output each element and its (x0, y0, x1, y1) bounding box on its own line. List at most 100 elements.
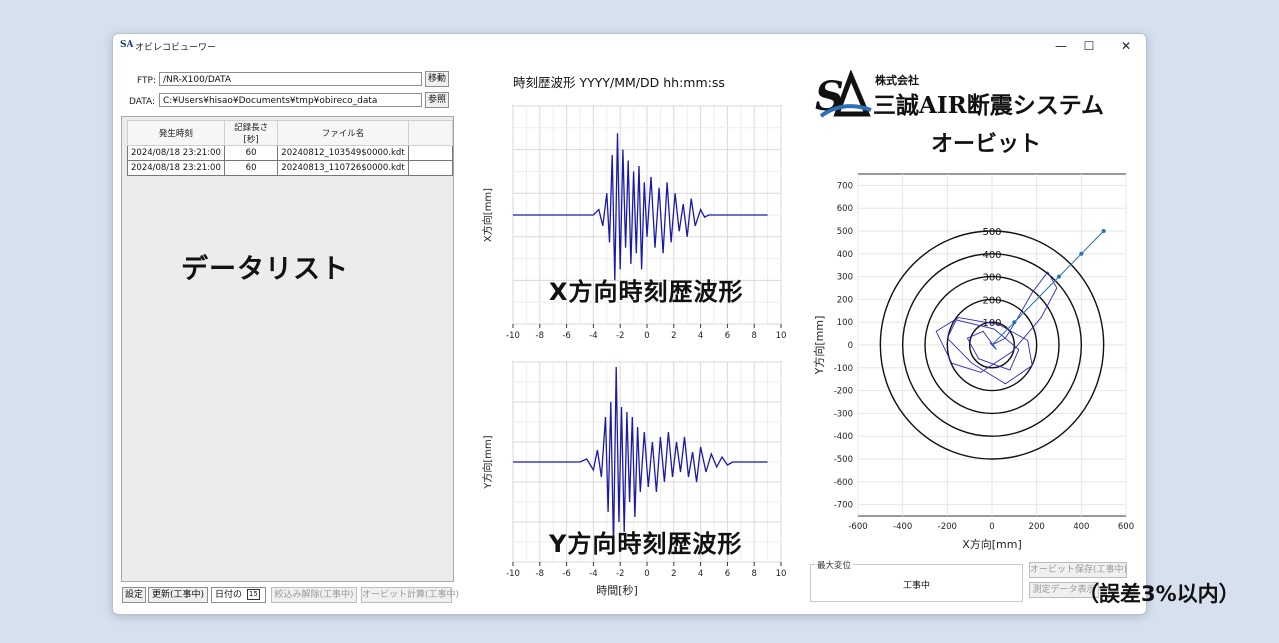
error-note: （誤差3%以内） (1078, 582, 1240, 606)
app-window: SA オビレコビューワー — ☐ ✕ FTP: /NR-X100/DATA 移動… (112, 33, 1147, 615)
orbit-y-tick-label: 400 (837, 250, 853, 260)
y-wave-overlay-label: Y方向時刻歴波形 (549, 530, 743, 558)
y-wave-tick-label: -6 (562, 569, 570, 579)
waveform-title: 時刻歴波形 YYYY/MM/DD hh:mm:ss (513, 75, 725, 90)
orbit-calc-button[interactable]: オービット計算(工事中) (361, 587, 459, 603)
orbit-title: オービット (931, 132, 1042, 157)
data-list-label: データリスト (181, 254, 349, 285)
column-header-empty (407, 120, 454, 146)
orbit-point (1057, 274, 1061, 279)
date-filter-field[interactable]: 日付の 15 (211, 587, 266, 603)
table-cell: 2024/08/18 23:21:00 (127, 160, 225, 176)
orbit-x-tick-label: 200 (1029, 522, 1045, 532)
orbit-y-tick-label: -300 (834, 409, 853, 419)
settings-button[interactable]: 設定 (122, 587, 146, 603)
y-wave-tick-label: -4 (589, 569, 597, 579)
y-wave-tick-label: 8 (751, 569, 756, 579)
data-table: 発生時刻 記録長さ[秒] ファイル名 2024/08/18 23:21:00 6… (127, 120, 454, 176)
orbit-y-tick-label: -400 (834, 432, 853, 442)
orbit-y-tick-label: 200 (837, 295, 853, 305)
table-row[interactable]: 2024/08/18 23:21:00 60 20240812_103549$0… (127, 145, 454, 161)
orbit-ring-label: 500 (982, 227, 1001, 238)
table-cell: 2024/08/18 23:21:00 (127, 145, 225, 161)
orbit-ring-label: 300 (982, 273, 1001, 284)
x-wave-ylabel: X方向[mm] (481, 188, 494, 242)
save-orbit-button[interactable]: オービット保存(工事中) (1029, 562, 1127, 578)
company-name: 三誠AIR断震システム (873, 92, 1105, 119)
y-wave-tick-label: -2 (616, 569, 624, 579)
table-cell (407, 145, 454, 161)
table-cell (407, 160, 454, 176)
y-wave-ylabel: Y方向[mm] (481, 435, 494, 489)
orbit-y-tick-label: -600 (834, 478, 853, 488)
max-displacement-group: 最大変位 工事中 (810, 559, 1023, 602)
column-header[interactable]: 記録長さ[秒] (223, 120, 279, 146)
x-wave-tick-label: 4 (698, 331, 703, 341)
orbit-point (1012, 320, 1017, 325)
orbit-x-tick-label: -600 (848, 522, 867, 532)
x-wave-tick-label: -10 (506, 331, 520, 341)
x-wave-overlay-label: X方向時刻歴波形 (549, 278, 744, 306)
orbit-x-tick-label: 600 (1118, 522, 1134, 532)
x-wave-tick-label: -6 (562, 331, 570, 341)
orbit-ring-label: 200 (982, 295, 1001, 306)
column-header[interactable]: ファイル名 (277, 120, 409, 146)
data-list-panel[interactable]: 発生時刻 記録長さ[秒] ファイル名 2024/08/18 23:21:00 6… (121, 116, 454, 582)
y-wave-tick-label: -10 (506, 569, 520, 579)
data-label: DATA: (129, 97, 156, 107)
orbit-y-tick-label: -200 (834, 387, 853, 397)
table-cell: 20240813_110726$0000.kdt (277, 160, 409, 176)
table-cell: 60 (223, 160, 279, 176)
refresh-button[interactable]: 更新(工事中) (148, 587, 208, 603)
column-header[interactable]: 発生時刻 (127, 120, 225, 146)
clear-filter-button[interactable]: 絞込み解除(工事中) (271, 587, 357, 603)
move-button[interactable]: 移動 (425, 71, 449, 87)
orbit-ring-label: 400 (982, 250, 1001, 261)
browse-button[interactable]: 参照 (425, 92, 449, 108)
table-cell: 20240812_103549$0000.kdt (277, 145, 409, 161)
orbit-x-tick-label: -200 (938, 522, 957, 532)
x-wave-tick-label: -4 (589, 331, 597, 341)
y-wave-xlabel: 時間[秒] (596, 583, 638, 597)
data-path-input[interactable]: C:¥Users¥hisao¥Documents¥tmp¥obireco_dat… (159, 93, 422, 107)
x-wave-tick-label: 10 (776, 331, 787, 341)
x-wave-tick-label: 8 (751, 331, 756, 341)
calendar-icon[interactable]: 15 (246, 589, 260, 600)
x-wave-tick-label: -8 (536, 331, 544, 341)
minimize-icon[interactable]: — (1050, 37, 1072, 55)
x-wave-tick-label: 6 (725, 331, 730, 341)
y-wave-tick-label: 6 (725, 569, 730, 579)
orbit-y-tick-label: -500 (834, 455, 853, 465)
y-wave-tick-label: 2 (671, 569, 676, 579)
title-bar: SA オビレコビューワー — ☐ ✕ (113, 34, 1146, 58)
window-title: オビレコビューワー (135, 43, 217, 53)
company-logo: S 株式会社 三誠AIR断震システム オービット (813, 70, 1143, 160)
orbit-point (1101, 229, 1106, 233)
orbit-y-tick-label: 300 (837, 273, 853, 283)
orbit-y-tick-label: -700 (834, 501, 853, 511)
x-wave-tick-label: 2 (671, 331, 676, 341)
table-cell: 60 (223, 145, 279, 161)
ftp-path-input[interactable]: /NR-X100/DATA (159, 72, 422, 86)
date-filter-label: 日付の (215, 590, 243, 600)
x-wave-tick-label: 0 (644, 331, 649, 341)
orbit-y-tick-label: 600 (837, 204, 853, 214)
close-icon[interactable]: ✕ (1115, 37, 1137, 55)
orbit-y-tick-label: 100 (837, 318, 853, 328)
orbit-xlabel: X方向[mm] (962, 537, 1022, 551)
maximize-icon[interactable]: ☐ (1078, 37, 1100, 55)
ftp-label: FTP: (137, 76, 156, 86)
orbit-x-tick-label: -400 (893, 522, 912, 532)
orbit-y-tick-label: 500 (837, 227, 853, 237)
x-wave-tick-label: -2 (616, 331, 624, 341)
y-wave-tick-label: -8 (536, 569, 544, 579)
table-row[interactable]: 2024/08/18 23:21:00 60 20240813_110726$0… (127, 160, 454, 176)
orbit-chart: -600 -400 -200 0 200 400 600 700 600 500 400 300 200… (812, 173, 1134, 551)
max-displacement-legend: 最大変位 (815, 559, 854, 571)
orbit-x-tick-label: 400 (1073, 522, 1089, 532)
sa-logo-icon: S (815, 70, 872, 120)
max-displacement-value: 工事中 (902, 581, 930, 591)
y-wave-tick-label: 4 (698, 569, 703, 579)
y-wave-tick-label: 0 (644, 569, 649, 579)
orbit-x-tick-label: 0 (989, 522, 994, 532)
